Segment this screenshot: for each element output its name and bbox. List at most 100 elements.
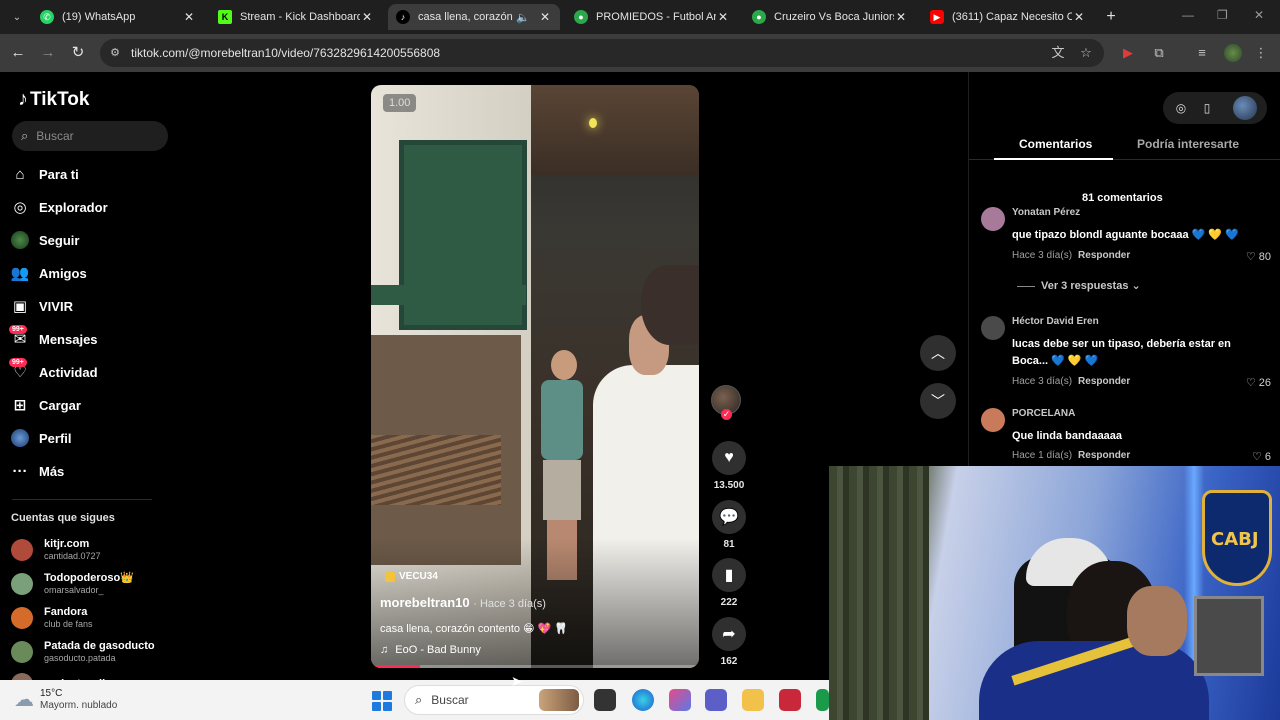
nav-explorador[interactable]: ◎ Explorador [11,195,107,219]
menu-dots-icon[interactable]: ⋮ [1252,44,1270,62]
close-icon[interactable]: ✕ [716,10,730,24]
bookmark-star-icon[interactable]: ☆ [1078,45,1094,61]
comment-action[interactable]: 💬 81 [711,500,747,550]
following-account[interactable]: pariente_clips [11,669,118,680]
following-account[interactable]: Fandora club de fans [11,603,93,633]
nav-mas[interactable]: ··· Más [11,459,65,483]
reply-button[interactable]: Responder [1078,376,1130,387]
copilot-icon[interactable] [669,689,691,711]
close-icon[interactable]: ✕ [182,10,196,24]
compass-icon[interactable]: ◎ [1173,100,1189,116]
nav-para-ti[interactable]: ⌂ Para ti [11,162,78,186]
avatar[interactable] [981,408,1005,432]
close-icon[interactable]: ✕ [894,10,908,24]
comment-item: Yonatan Pérez que tipazo blondl aguante … [981,207,1271,277]
translate-icon[interactable]: 文 [1050,45,1066,61]
reply-button[interactable]: Responder [1078,450,1130,461]
reload-icon[interactable]: ↻ [68,43,88,63]
minimize-icon[interactable]: — [1182,8,1194,22]
live-icon: ▣ [12,298,28,315]
bookmark-icon[interactable]: ▮ [712,558,746,592]
share-action[interactable]: ➦ 162 [711,617,747,667]
nav-perfil[interactable]: Perfil [11,426,72,450]
tab-search-icon[interactable]: ⌄ [8,8,26,26]
extension-red-icon[interactable]: ▶ [1119,44,1137,62]
search-icon: ⌕ [21,128,29,143]
following-account[interactable]: Todopoderoso👑 omarsalvador_ [11,569,134,599]
extensions-puzzle-icon[interactable]: ⧉ [1150,44,1168,62]
tab-whatsapp[interactable]: ✆ (19) WhatsApp ✕ [32,4,204,30]
tab-kick[interactable]: K Stream - Kick Dashboard ✕ [210,4,382,30]
previous-video-button[interactable]: ︿ [920,335,956,371]
windows-start-icon[interactable] [372,691,392,711]
tab-podria-interesarte[interactable]: Podría interesarte [1137,137,1239,151]
media-controls-icon[interactable]: ≡ [1193,44,1211,62]
close-icon[interactable]: ✕ [360,10,374,24]
teams-icon[interactable] [705,689,727,711]
avatar[interactable] [1233,96,1257,120]
edge-icon[interactable] [632,689,654,711]
activity-icon: ♡ 99+ [9,358,29,381]
tab-cruzeiro-boca[interactable]: ● Cruzeiro Vs Boca Juniors - ✕ [744,4,916,30]
video-player[interactable]: 1.00 VECU34 morebeltran10 · Hace 3 día(s… [371,85,699,668]
video-music[interactable]: ♫ EoO - Bad Bunny [380,644,481,656]
playback-speed[interactable]: 1.00 [383,94,417,112]
maximize-icon[interactable]: ❐ [1217,8,1228,22]
weather-widget[interactable]: ☁ 15°C Mayorm. nublado [14,687,117,712]
app-icon[interactable] [816,689,829,711]
site-info-icon[interactable]: ⚙ [108,46,122,60]
comment-like[interactable]: ♡ 26 [1246,376,1271,389]
tab-youtube[interactable]: ▶ (3611) Capaz Necesito Otr ✕ [922,4,1094,30]
speaker-icon[interactable]: 🔈 [516,11,530,24]
tab-comentarios[interactable]: Comentarios [1019,137,1092,151]
avatar[interactable] [981,207,1005,231]
close-icon[interactable]: ✕ [1072,10,1086,24]
share-icon[interactable]: ➦ [712,617,746,651]
close-icon[interactable]: ✕ [538,10,552,24]
avatar[interactable] [981,316,1005,340]
following-account[interactable]: Patada de gasoducto gasoducto.patada [11,637,155,667]
tiktok-logo[interactable]: ♪ TikTok [18,88,89,111]
nav-amigos[interactable]: 👥 Amigos [11,261,87,285]
forward-icon[interactable]: → [38,43,58,63]
follow-plus-icon[interactable]: ✓ [721,409,732,420]
url-text[interactable]: tiktok.com/@morebeltran10/video/76328296… [131,46,440,60]
nav-actividad[interactable]: ♡ 99+ Actividad [9,358,98,384]
heart-icon[interactable]: ♥ [712,441,746,475]
nav-mensajes[interactable]: ✉ 99+ Mensajes [9,325,98,351]
nav-vivir[interactable]: ▣ VIVIR [11,294,73,318]
video-progress-bar[interactable] [371,665,699,668]
save-action[interactable]: ▮ 222 [711,558,747,608]
device-icon[interactable]: ▯ [1199,100,1215,116]
comment-like[interactable]: ♡ 80 [1246,250,1271,263]
profile-avatar-icon[interactable] [1224,44,1242,62]
search-input[interactable] [36,129,147,143]
close-window-icon[interactable]: ✕ [1254,8,1264,22]
nav-seguir[interactable]: Seguir [11,228,79,252]
task-view-icon[interactable] [594,689,616,711]
app-icon[interactable] [779,689,801,711]
following-avatar-icon [11,231,29,249]
taskbar-search[interactable]: ⌕ Buscar [404,685,584,715]
comment-like[interactable]: ♡ 6 [1252,450,1271,463]
address-bar[interactable]: ⚙ tiktok.com/@morebeltran10/video/763282… [100,39,1104,67]
more-icon: ··· [12,462,28,480]
nav-cargar[interactable]: ⊞ Cargar [11,393,81,417]
reply-button[interactable]: Responder [1078,250,1130,261]
view-replies-button[interactable]: Ver 3 respuestas ⌄ [1017,279,1141,292]
replies-dash [1017,285,1035,287]
following-account[interactable]: kitjr.com cantidad.0727 [11,535,101,565]
video-tag[interactable]: VECU34 [385,571,438,582]
video-author[interactable]: morebeltran10 · Hace 3 día(s) [380,595,546,610]
new-tab-button[interactable]: + [1102,8,1120,26]
like-action[interactable]: ♥ 13.500 [711,441,747,491]
tab-promiedos[interactable]: ● PROMIEDOS - Futbol Arge ✕ [566,4,738,30]
back-icon[interactable]: ← [8,43,28,63]
author-avatar[interactable]: ✓ [711,385,741,420]
avatar [11,641,33,663]
tab-tiktok[interactable]: ♪ casa llena, corazón con 🔈 ✕ [388,4,560,30]
comment-icon[interactable]: 💬 [712,500,746,534]
next-video-button[interactable]: ﹀ [920,383,956,419]
file-explorer-icon[interactable] [742,689,764,711]
search-box[interactable]: ⌕ [12,121,168,151]
